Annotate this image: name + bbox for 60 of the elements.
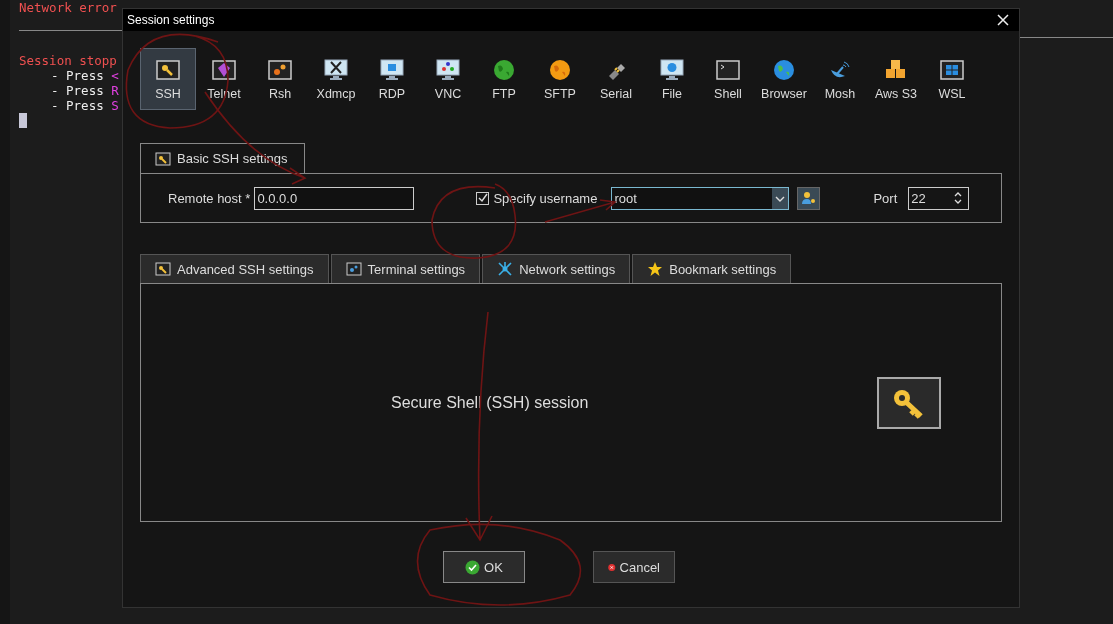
- protocol-button[interactable]: Telnet: [196, 48, 252, 110]
- checkbox[interactable]: [476, 191, 490, 205]
- monitor-icon: [659, 58, 685, 82]
- terminal-text: - Press S: [50, 98, 120, 113]
- gears-icon: [267, 58, 293, 82]
- star-icon: [647, 261, 664, 277]
- tab[interactable]: Basic SSH settings: [140, 143, 305, 173]
- key-icon: [877, 376, 941, 429]
- windows-icon: [939, 58, 965, 82]
- monitor-icon: [435, 58, 461, 82]
- specify-username-checkbox[interactable]: Specify username: [476, 190, 598, 206]
- user-key-button[interactable]: [797, 186, 821, 210]
- monitor-icon: [379, 58, 405, 82]
- terminal-icon: [345, 262, 362, 276]
- tab[interactable]: Terminal settings: [330, 254, 481, 283]
- terminal-text: Session stopp: [19, 53, 118, 68]
- protocol-button[interactable]: VNC: [420, 48, 476, 110]
- protocol-button[interactable]: Aws S3: [868, 48, 924, 110]
- username-dropdown[interactable]: root: [611, 186, 790, 210]
- protocol-button[interactable]: WSL: [924, 48, 980, 110]
- monitor-icon: [323, 58, 349, 82]
- remote-host-field[interactable]: 0.0.0.0: [254, 186, 415, 210]
- gem-icon: [211, 58, 237, 82]
- key-icon: [155, 151, 171, 166]
- dialog-button[interactable]: OK: [443, 551, 525, 583]
- terminal-icon: [715, 58, 741, 82]
- protocol-button[interactable]: Mosh: [812, 48, 868, 110]
- globe-icon: [547, 58, 573, 82]
- terminal-text: Network error: [19, 0, 118, 15]
- tab[interactable]: Bookmark settings: [632, 254, 792, 283]
- protocol-button[interactable]: Rsh: [252, 48, 308, 110]
- caret-icon: [772, 187, 789, 209]
- close-icon[interactable]: [997, 14, 1009, 26]
- protocol-button[interactable]: Xdmcp: [308, 48, 364, 110]
- protocol-button[interactable]: SSH: [140, 48, 196, 110]
- network-icon: [497, 261, 514, 277]
- protocol-button[interactable]: SFTP: [532, 48, 588, 110]
- terminal-text: - Press <: [50, 68, 120, 83]
- window-title: Session settings: [127, 13, 215, 27]
- protocol-button[interactable]: Serial: [588, 48, 644, 110]
- tab[interactable]: Advanced SSH settings: [140, 254, 329, 283]
- key-icon: [155, 262, 171, 276]
- terminal-text: - Press R: [50, 83, 120, 98]
- protocol-button[interactable]: FTP: [476, 48, 532, 110]
- spinner-arrows-icon[interactable]: [954, 190, 963, 206]
- user-key-icon: [800, 190, 817, 206]
- dialog-button[interactable]: Cancel: [593, 551, 675, 583]
- tab[interactable]: Network settings: [482, 254, 631, 283]
- key-icon: [155, 58, 181, 82]
- globe-icon: [771, 58, 797, 82]
- protocol-button[interactable]: File: [644, 48, 700, 110]
- check-icon: [465, 559, 481, 575]
- field-label: Remote host *: [168, 190, 251, 206]
- text-cursor: [19, 113, 27, 128]
- port-field[interactable]: 22: [908, 186, 970, 210]
- field-label: Port: [873, 190, 898, 206]
- protocol-button[interactable]: RDP: [364, 48, 420, 110]
- protocol-button[interactable]: Shell: [700, 48, 756, 110]
- protocol-button[interactable]: Browser: [756, 48, 812, 110]
- globe-icon: [491, 58, 517, 82]
